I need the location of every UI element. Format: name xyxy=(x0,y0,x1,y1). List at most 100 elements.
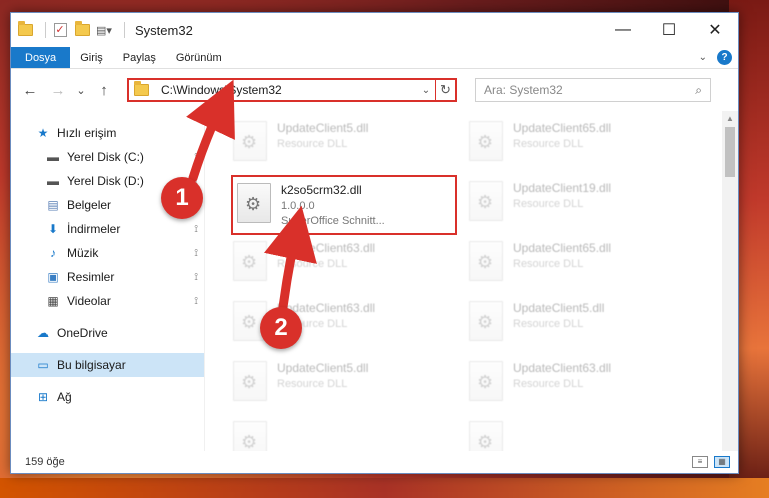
file-tile[interactable] xyxy=(233,417,453,451)
address-path[interactable]: C:\Windows\System32 xyxy=(161,83,417,97)
file-tile[interactable]: UpdateClient65.dll Resource DLL xyxy=(469,117,689,173)
refresh-button[interactable]: ↻ xyxy=(435,80,455,100)
video-icon: ▦ xyxy=(47,294,59,308)
file-text: k2so5crm32.dll 1.0.0.0 SuperOffice Schnitt… xyxy=(281,179,385,227)
details-view-icon[interactable]: ≡ xyxy=(692,456,708,468)
chevron-down-icon[interactable]: ⌄ xyxy=(699,52,707,63)
file-name: UpdateClient19.dll xyxy=(513,181,612,195)
pin-icon[interactable]: ⟟ xyxy=(194,224,198,235)
back-button[interactable]: ← xyxy=(19,79,41,101)
file-tile[interactable]: UpdateClient65.dll Resource DLL xyxy=(469,237,689,293)
dll-file-icon xyxy=(233,121,267,161)
file-subtitle: Resource DLL xyxy=(513,198,584,210)
file-text: UpdateClient65.dll Resource DLL xyxy=(513,117,611,150)
desktop-background-bottom xyxy=(0,478,769,498)
file-tile[interactable]: UpdateClient19.dll Resource DLL xyxy=(469,177,689,233)
step-badge-1: 1 xyxy=(161,177,203,219)
folder-icon xyxy=(17,21,33,38)
file-name: UpdateClient65.dll xyxy=(513,241,612,255)
file-tile[interactable]: UpdateClient5.dll Resource DLL xyxy=(233,357,453,413)
dll-file-icon xyxy=(233,361,267,401)
sidebar-item-label: Resimler xyxy=(67,270,115,284)
sidebar-item[interactable]: ▬ Yerel Disk (C:) ⟟ xyxy=(11,145,204,169)
drive-icon: ▬ xyxy=(47,150,59,164)
computer-icon: ▭ xyxy=(37,358,49,372)
tab-view[interactable]: Görünüm xyxy=(166,47,232,68)
file-text: UpdateClient63.dll Resource DLL xyxy=(277,237,375,270)
file-tile[interactable]: UpdateClient5.dll Resource DLL xyxy=(469,297,689,353)
file-tile[interactable]: UpdateClient63.dll Resource DLL xyxy=(233,237,453,293)
tab-share[interactable]: Paylaş xyxy=(113,47,166,68)
network-icon: ⊞ xyxy=(37,390,49,404)
pin-icon[interactable]: ⟟ xyxy=(194,272,198,283)
sidebar-item-label: Ağ xyxy=(57,390,72,404)
window-controls: — ☐ ✕ xyxy=(600,13,738,47)
up-button[interactable]: ↑ xyxy=(93,79,115,101)
tiles-view-icon[interactable]: ▦ xyxy=(714,456,730,468)
file-subtitle: Resource DLL xyxy=(277,258,348,270)
file-tile[interactable]: UpdateClient63.dll Resource DLL xyxy=(469,357,689,413)
pin-icon[interactable]: ⟟ xyxy=(194,152,198,163)
file-name: UpdateClient63.dll xyxy=(277,241,376,255)
ribbon-tabs: Dosya Giriş Paylaş Görünüm ⌄ ? xyxy=(11,47,738,69)
file-subtitle: Resource DLL xyxy=(513,318,584,330)
dll-file-icon xyxy=(237,183,271,223)
dll-file-icon xyxy=(469,361,503,401)
dll-file-icon xyxy=(233,241,267,281)
vertical-scrollbar[interactable]: ▲ xyxy=(722,111,738,451)
pin-icon[interactable]: ⟟ xyxy=(194,296,198,307)
file-tile[interactable]: UpdateClient5.dll Resource DLL xyxy=(233,117,453,173)
cloud-icon: ☁ xyxy=(37,326,49,340)
file-text: UpdateClient5.dll Resource DLL xyxy=(277,117,368,150)
file-subtitle: Resource DLL xyxy=(513,378,584,390)
pin-icon[interactable]: ⟟ xyxy=(194,248,198,259)
address-bar[interactable]: C:\Windows\System32 ⌄ ↻ xyxy=(127,78,457,102)
minimize-button[interactable]: — xyxy=(600,13,646,47)
dll-file-icon xyxy=(469,241,503,281)
maximize-button[interactable]: ☐ xyxy=(646,13,692,47)
file-text: UpdateClient65.dll Resource DLL xyxy=(513,237,611,270)
file-name: UpdateClient65.dll xyxy=(513,121,612,135)
tab-home[interactable]: Giriş xyxy=(70,47,113,68)
dll-file-icon xyxy=(469,421,503,451)
sidebar-item-label: Bu bilgisayar xyxy=(57,358,126,372)
scroll-up-arrow[interactable]: ▲ xyxy=(722,111,738,127)
file-name: UpdateClient5.dll xyxy=(513,301,605,315)
search-box[interactable]: Ara: System32 ⌕ xyxy=(475,78,711,102)
file-tile[interactable] xyxy=(469,417,689,451)
file-name: UpdateClient5.dll xyxy=(277,121,369,135)
file-description: SuperOffice Schnitt... xyxy=(281,215,385,227)
forward-button[interactable]: → xyxy=(47,79,69,101)
sidebar-item[interactable]: ☁ OneDrive xyxy=(11,321,204,345)
sidebar-item[interactable]: ⬇ İndirmeler ⟟ xyxy=(11,217,204,241)
sidebar-item[interactable]: ⊞ Ağ xyxy=(11,385,204,409)
file-subtitle: Resource DLL xyxy=(513,138,584,150)
close-button[interactable]: ✕ xyxy=(692,13,738,47)
scroll-thumb[interactable] xyxy=(725,127,735,177)
file-subtitle: Resource DLL xyxy=(513,258,584,270)
sidebar-item-label: Müzik xyxy=(67,246,99,260)
address-dropdown-button[interactable]: ⌄ xyxy=(417,85,435,96)
dll-file-icon xyxy=(469,181,503,221)
navigation-pane: ★ Hızlı erişim ▬ Yerel Disk (C:) ⟟ ▬ Yerel Dis… xyxy=(11,111,205,451)
sidebar-item[interactable]: ▣ Resimler ⟟ xyxy=(11,265,204,289)
customize-quick-access-icon[interactable]: ▤▾ xyxy=(96,22,112,38)
recent-locations-button[interactable]: ⌄ xyxy=(75,79,87,101)
sidebar-item[interactable]: ★ Hızlı erişim xyxy=(11,121,204,145)
sidebar-item[interactable]: ♪ Müzik ⟟ xyxy=(11,241,204,265)
search-icon[interactable]: ⌕ xyxy=(695,83,702,98)
view-switcher: ≡ ▦ xyxy=(692,456,738,468)
file-subtitle: Resource DLL xyxy=(277,138,348,150)
help-icon[interactable]: ? xyxy=(717,50,732,65)
file-subtitle: 1.0.0.0 xyxy=(281,200,315,212)
highlighted-file-tile[interactable]: k2so5crm32.dll 1.0.0.0 SuperOffice Schnitt… xyxy=(231,175,457,235)
sidebar-item[interactable]: ▭ Bu bilgisayar xyxy=(11,353,204,377)
new-folder-icon[interactable] xyxy=(74,21,90,38)
music-icon: ♪ xyxy=(50,246,56,260)
dll-file-icon xyxy=(469,301,503,341)
folder-icon xyxy=(133,81,149,98)
sidebar-item[interactable]: ▦ Videolar ⟟ xyxy=(11,289,204,313)
tab-file[interactable]: Dosya xyxy=(11,47,71,68)
explorer-window: ✓ ▤▾ System32 — ☐ ✕ Dosya Giriş Paylaş G… xyxy=(10,12,739,474)
properties-icon[interactable]: ✓ xyxy=(52,22,68,38)
